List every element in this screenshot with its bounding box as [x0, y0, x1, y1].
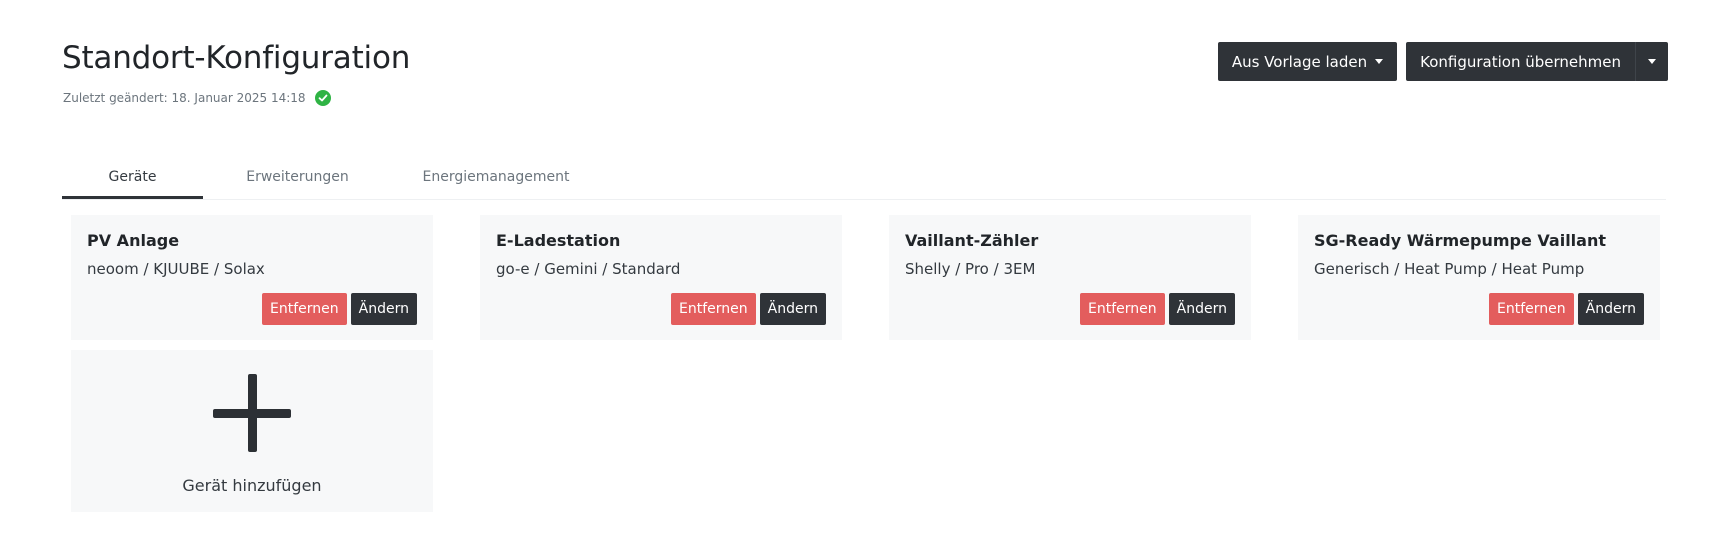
remove-button[interactable]: Entfernen: [671, 293, 756, 325]
device-title: Vaillant-Zähler: [905, 231, 1039, 250]
page-title: Standort-Konfiguration: [62, 40, 411, 76]
plus-icon: [213, 374, 291, 452]
device-card: Vaillant-Zähler Shelly / Pro / 3EM Entfe…: [889, 215, 1251, 340]
device-actions: Entfernen Ändern: [1489, 293, 1644, 325]
remove-button[interactable]: Entfernen: [1489, 293, 1574, 325]
load-template-label: Aus Vorlage laden: [1231, 52, 1368, 71]
tab-geraete[interactable]: Geräte: [62, 163, 203, 199]
edit-button[interactable]: Ändern: [759, 293, 826, 325]
remove-button[interactable]: Entfernen: [1080, 293, 1165, 325]
device-actions: Entfernen Ändern: [262, 293, 417, 325]
device-actions: Entfernen Ändern: [671, 293, 826, 325]
add-device-label: Gerät hinzufügen: [182, 476, 322, 495]
check-circle-icon: [314, 90, 331, 106]
device-card: E-Ladestation go-e / Gemini / Standard E…: [480, 215, 842, 340]
device-actions: Entfernen Ändern: [1080, 293, 1235, 325]
device-title: SG-Ready Wärmepumpe Vaillant: [1314, 231, 1606, 250]
last-modified-text: Zuletzt geändert: 18. Januar 2025 14:18: [63, 91, 306, 105]
apply-config-dropdown-toggle[interactable]: [1635, 42, 1668, 81]
edit-button[interactable]: Ändern: [1577, 293, 1644, 325]
last-modified: Zuletzt geändert: 18. Januar 2025 14:18: [63, 90, 331, 106]
load-template-dropdown[interactable]: Aus Vorlage laden: [1217, 42, 1398, 81]
device-subtitle: go-e / Gemini / Standard: [496, 260, 681, 278]
tab-bar: Geräte Erweiterungen Energiemanagement: [62, 163, 1666, 200]
edit-button[interactable]: Ändern: [350, 293, 417, 325]
device-subtitle: neoom / KJUUBE / Solax: [87, 260, 265, 278]
header-actions: Aus Vorlage laden Konfiguration übernehm…: [1217, 42, 1668, 81]
device-card: SG-Ready Wärmepumpe Vaillant Generisch /…: [1298, 215, 1660, 340]
device-card: PV Anlage neoom / KJUUBE / Solax Entfern…: [71, 215, 433, 340]
add-device-card[interactable]: Gerät hinzufügen: [71, 350, 433, 512]
remove-button[interactable]: Entfernen: [262, 293, 347, 325]
device-title: E-Ladestation: [496, 231, 621, 250]
caret-down-icon: [1375, 59, 1384, 64]
apply-config-button[interactable]: Konfiguration übernehmen: [1406, 53, 1635, 71]
tab-energiemanagement[interactable]: Energiemanagement: [392, 163, 600, 199]
device-subtitle: Generisch / Heat Pump / Heat Pump: [1314, 260, 1585, 278]
apply-config-split-button: Konfiguration übernehmen: [1406, 42, 1668, 81]
tab-erweiterungen[interactable]: Erweiterungen: [203, 163, 392, 199]
device-title: PV Anlage: [87, 231, 180, 250]
edit-button[interactable]: Ändern: [1168, 293, 1235, 325]
device-subtitle: Shelly / Pro / 3EM: [905, 260, 1036, 278]
caret-down-icon: [1648, 59, 1656, 64]
